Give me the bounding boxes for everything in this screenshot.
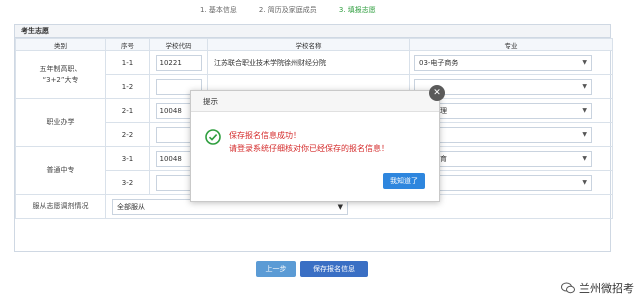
chevron-down-icon: ▼ — [582, 131, 587, 138]
school-code-input[interactable]: 10221 — [155, 54, 202, 71]
school-name-cell: 江苏联合职业技术学院徐州财经分院 — [207, 50, 410, 75]
step-resume-family: 2. 简历及家庭成员 — [258, 6, 317, 14]
chevron-down-icon: ▼ — [582, 107, 587, 114]
category-cell: 普通中专 — [15, 146, 106, 195]
close-icon[interactable]: ✕ — [429, 85, 445, 101]
prev-button[interactable]: 上一步 — [256, 261, 296, 277]
col-header-category: 类别 — [15, 38, 106, 51]
chevron-down-icon: ▼ — [582, 59, 587, 66]
progress-steps: 1. 基本信息 2. 简历及家庭成员 3. 填报志愿 — [200, 5, 440, 17]
chevron-down-icon: ▼ — [582, 179, 587, 186]
save-button[interactable]: 保存报名信息 — [300, 261, 368, 277]
chevron-down-icon: ▼ — [582, 83, 587, 90]
acknowledge-button[interactable]: 我知道了 — [383, 173, 425, 189]
code-cell: 10221 — [149, 50, 208, 75]
category-cell: 职业办学 — [15, 98, 106, 147]
dialog-line-1: 保存报名信息成功！ — [229, 131, 301, 140]
major-cell: 03-电子商务 ▼ — [409, 50, 613, 75]
obey-value: 全部服从 — [117, 202, 145, 211]
major-select[interactable]: 酒店管理▼ — [414, 102, 592, 119]
col-header-major: 专业 — [409, 38, 613, 51]
chevron-down-icon: ▼ — [582, 155, 587, 162]
dialog-body: 保存报名信息成功！ 请登录系统仔细核对你已经保存的报名信息！ — [205, 129, 389, 155]
step-fill-choice: 3. 填报志愿 — [338, 6, 376, 14]
step-basic-info: 1. 基本信息 — [200, 6, 237, 14]
watermark: 兰州微招考 — [561, 280, 634, 296]
category-cell: 五年制高职、 “3+2”大专 — [15, 50, 106, 99]
major-value: 03-电子商务 — [419, 58, 459, 67]
watermark-text: 兰州微招考 — [579, 282, 634, 295]
col-header-school: 学校名称 — [207, 38, 410, 51]
dialog-title: 提示 — [191, 91, 439, 112]
check-circle-icon — [205, 129, 221, 145]
wechat-icon — [561, 282, 575, 294]
dialog-message: 保存报名信息成功！ 请登录系统仔细核对你已经保存的报名信息！ — [229, 129, 389, 155]
panel-title: 考生志愿 — [15, 25, 610, 38]
obey-label: 服从志愿调剂情况 — [15, 194, 106, 219]
chevron-down-icon: ▼ — [337, 202, 343, 211]
seq-cell: 2-2 — [105, 122, 150, 147]
seq-cell: 2-1 — [105, 98, 150, 123]
major-select[interactable]: ▼ — [414, 174, 592, 191]
col-header-code: 学校代码 — [149, 38, 208, 51]
success-dialog: 提示 ✕ 保存报名信息成功！ 请登录系统仔细核对你已经保存的报名信息！ 我知道了 — [190, 85, 445, 202]
seq-cell: 1-2 — [105, 74, 150, 99]
major-select[interactable]: 学前教育▼ — [414, 150, 592, 167]
seq-cell: 1-1 — [105, 50, 150, 75]
seq-cell: 3-1 — [105, 146, 150, 171]
col-header-seq: 序号 — [105, 38, 150, 51]
major-select[interactable]: 03-电子商务 ▼ — [414, 54, 592, 71]
table-row: 五年制高职、 “3+2”大专 1-1 10221 江苏联合职业技术学院徐州财经分… — [15, 50, 613, 99]
dialog-line-2: 请登录系统仔细核对你已经保存的报名信息！ — [229, 144, 389, 153]
seq-cell: 3-2 — [105, 170, 150, 195]
major-select[interactable]: ▼ — [414, 126, 592, 143]
